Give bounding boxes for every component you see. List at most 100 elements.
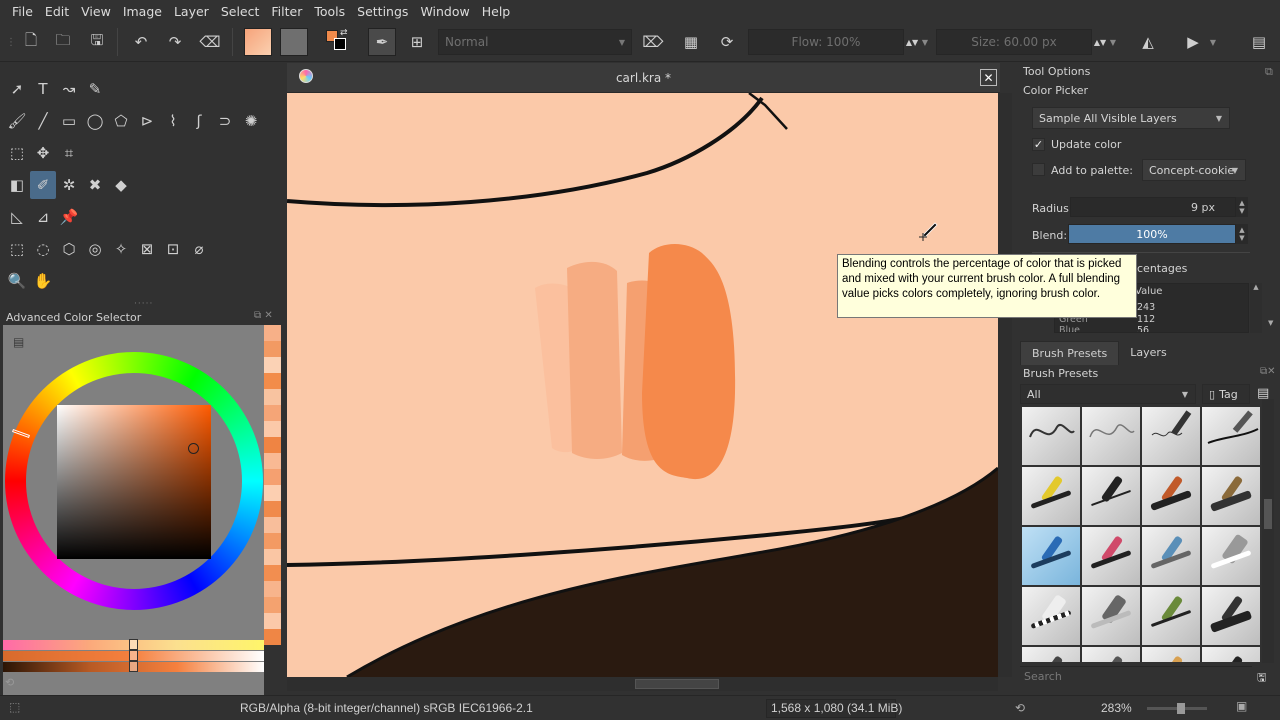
- document-tab[interactable]: carl.kra * ✕: [287, 63, 1000, 93]
- brush-preset-tile[interactable]: [1142, 467, 1200, 525]
- flow-slider[interactable]: Flow: 100%: [748, 29, 904, 55]
- brush-preset-tile[interactable]: [1082, 527, 1140, 585]
- brush-preset-tile[interactable]: [1142, 647, 1200, 662]
- eraser-mode-icon[interactable]: ⌦: [640, 28, 666, 56]
- brush-preset-tile[interactable]: [1022, 467, 1080, 525]
- open-document-icon[interactable]: 🗀: [50, 28, 76, 56]
- freehand-path-tool-icon[interactable]: ʃ: [186, 107, 212, 135]
- size-spin-icon[interactable]: ▲▼: [1094, 28, 1106, 56]
- text-tool-icon[interactable]: T: [30, 75, 56, 103]
- color-history-swatches[interactable]: [264, 325, 281, 645]
- bar-handle[interactable]: [129, 639, 138, 650]
- chevron-down-icon[interactable]: ▼: [920, 28, 930, 56]
- freehand-select-tool-icon[interactable]: ◎: [82, 235, 108, 263]
- redo-icon[interactable]: ↷: [162, 28, 188, 56]
- mirror-horizontal-icon[interactable]: ◭: [1134, 28, 1162, 56]
- menu-tools[interactable]: Tools: [308, 4, 351, 19]
- selection-mode-icon[interactable]: ⬚: [9, 700, 20, 714]
- brush-search-input[interactable]: Search: [1020, 666, 1252, 686]
- fg-bg-color-button[interactable]: ⇄: [322, 28, 354, 56]
- assistant-tool-icon[interactable]: ⊿: [30, 203, 56, 231]
- brush-filter-select[interactable]: All ▼: [1020, 384, 1196, 404]
- fit-to-view-icon[interactable]: ▣: [1236, 699, 1247, 713]
- save-preset-icon[interactable]: 🖫: [1257, 669, 1266, 688]
- select-shapes-tool-icon[interactable]: ➚: [4, 75, 30, 103]
- radius-spinbox[interactable]: 9 px: [1070, 197, 1236, 217]
- selector-settings-icon[interactable]: ▤: [13, 335, 24, 349]
- line-tool-icon[interactable]: ╱: [30, 107, 56, 135]
- docker-menu-icon[interactable]: ▤: [1246, 28, 1272, 56]
- brush-preset-tile[interactable]: [1082, 407, 1140, 465]
- save-document-icon[interactable]: 🖫: [84, 28, 110, 56]
- transform-tool-icon[interactable]: ⬚: [4, 139, 30, 167]
- brush-preset-tile[interactable]: [1142, 527, 1200, 585]
- magic-wand-tool-icon[interactable]: ✧: [108, 235, 134, 263]
- zoom-slider[interactable]: [1147, 703, 1207, 714]
- brush-preset-tile-selected[interactable]: [1022, 527, 1080, 585]
- bezier-tool-icon[interactable]: ⌇: [160, 107, 186, 135]
- brush-preset-tile[interactable]: [1202, 467, 1260, 525]
- bar-handle[interactable]: [129, 661, 138, 672]
- lightness-bar[interactable]: [3, 650, 264, 661]
- color-picker-tool-icon[interactable]: ✐: [30, 171, 56, 199]
- scrollbar-thumb[interactable]: [635, 679, 719, 689]
- mirror-vertical-icon[interactable]: ▶: [1180, 28, 1206, 56]
- smart-patch-tool-icon[interactable]: ✲: [56, 171, 82, 199]
- bezier-select-tool-icon[interactable]: ⊡: [160, 235, 186, 263]
- palette-select[interactable]: Concept-cookie ▼: [1142, 159, 1246, 181]
- zoom-slider-handle[interactable]: [1177, 703, 1185, 714]
- table-scrollbar[interactable]: ▲: [1250, 283, 1262, 333]
- colorize-mask-tool-icon[interactable]: ✖: [82, 171, 108, 199]
- menu-window[interactable]: Window: [414, 4, 475, 19]
- radius-spin-arrows-icon[interactable]: ▲ ▼: [1236, 197, 1248, 217]
- menu-select[interactable]: Select: [215, 4, 266, 19]
- magnetic-select-tool-icon[interactable]: ⌀: [186, 235, 212, 263]
- rectangle-tool-icon[interactable]: ▭: [56, 107, 82, 135]
- tab-layers[interactable]: Layers: [1119, 341, 1177, 365]
- saturation-value-square[interactable]: [57, 405, 211, 559]
- brush-preset-tile[interactable]: [1202, 587, 1260, 645]
- polygon-select-tool-icon[interactable]: ⬡: [56, 235, 82, 263]
- similar-select-tool-icon[interactable]: ⊠: [134, 235, 160, 263]
- brush-preset-tile[interactable]: [1142, 587, 1200, 645]
- ellipse-select-tool-icon[interactable]: ◌: [30, 235, 56, 263]
- menu-settings[interactable]: Settings: [351, 4, 414, 19]
- measure-tool-icon[interactable]: ◺: [4, 203, 30, 231]
- undo-icon[interactable]: ↶: [128, 28, 154, 56]
- reference-tool-icon[interactable]: 📌: [56, 203, 82, 231]
- saturation-bar[interactable]: [3, 661, 264, 672]
- preserve-alpha-icon[interactable]: ▦: [678, 28, 704, 56]
- zoom-tool-icon[interactable]: 🔍: [4, 267, 30, 295]
- dynamic-brush-tool-icon[interactable]: ⊃: [212, 107, 238, 135]
- brush-preset-tile[interactable]: [1022, 407, 1080, 465]
- menu-edit[interactable]: Edit: [39, 4, 75, 19]
- new-document-icon[interactable]: 🗋: [18, 28, 44, 56]
- add-to-palette-checkbox[interactable]: [1032, 163, 1045, 176]
- menu-view[interactable]: View: [75, 4, 117, 19]
- float-docker-icon[interactable]: ⧉: [1265, 65, 1273, 79]
- gradient-selector-button[interactable]: [244, 28, 272, 56]
- rotation-icon[interactable]: ⟲: [1015, 701, 1025, 715]
- reload-preset-icon[interactable]: ⟳: [714, 28, 740, 56]
- tag-button[interactable]: ▯ Tag: [1202, 384, 1250, 404]
- brush-preset-tile[interactable]: [1202, 407, 1260, 465]
- polyline-tool-icon[interactable]: ⊳: [134, 107, 160, 135]
- brush-preset-button[interactable]: ✒: [368, 28, 396, 56]
- swap-colors-icon[interactable]: ⇄: [340, 28, 348, 38]
- panel-splitter-grip[interactable]: ·····: [134, 299, 153, 309]
- brush-grid-scrollbar[interactable]: [1262, 399, 1274, 663]
- crop-tool-icon[interactable]: ⌗: [56, 139, 82, 167]
- brush-preset-tile[interactable]: [1202, 647, 1260, 662]
- blend-mode-select[interactable]: Normal ▼: [438, 29, 632, 55]
- menu-image[interactable]: Image: [117, 4, 168, 19]
- sv-cursor[interactable]: [188, 443, 199, 454]
- scrollbar-thumb[interactable]: [1264, 499, 1272, 529]
- rotate-icon[interactable]: ⟲: [5, 676, 14, 689]
- workspace-grid-icon[interactable]: ⊞: [404, 28, 430, 56]
- pan-tool-icon[interactable]: ✋: [30, 267, 56, 295]
- rect-select-tool-icon[interactable]: ⬚: [4, 235, 30, 263]
- gradient-tool-icon[interactable]: ◧: [4, 171, 30, 199]
- move-tool-icon[interactable]: ✥: [30, 139, 56, 167]
- canvas-horizontal-scrollbar[interactable]: [287, 677, 998, 691]
- ellipse-tool-icon[interactable]: ◯: [82, 107, 108, 135]
